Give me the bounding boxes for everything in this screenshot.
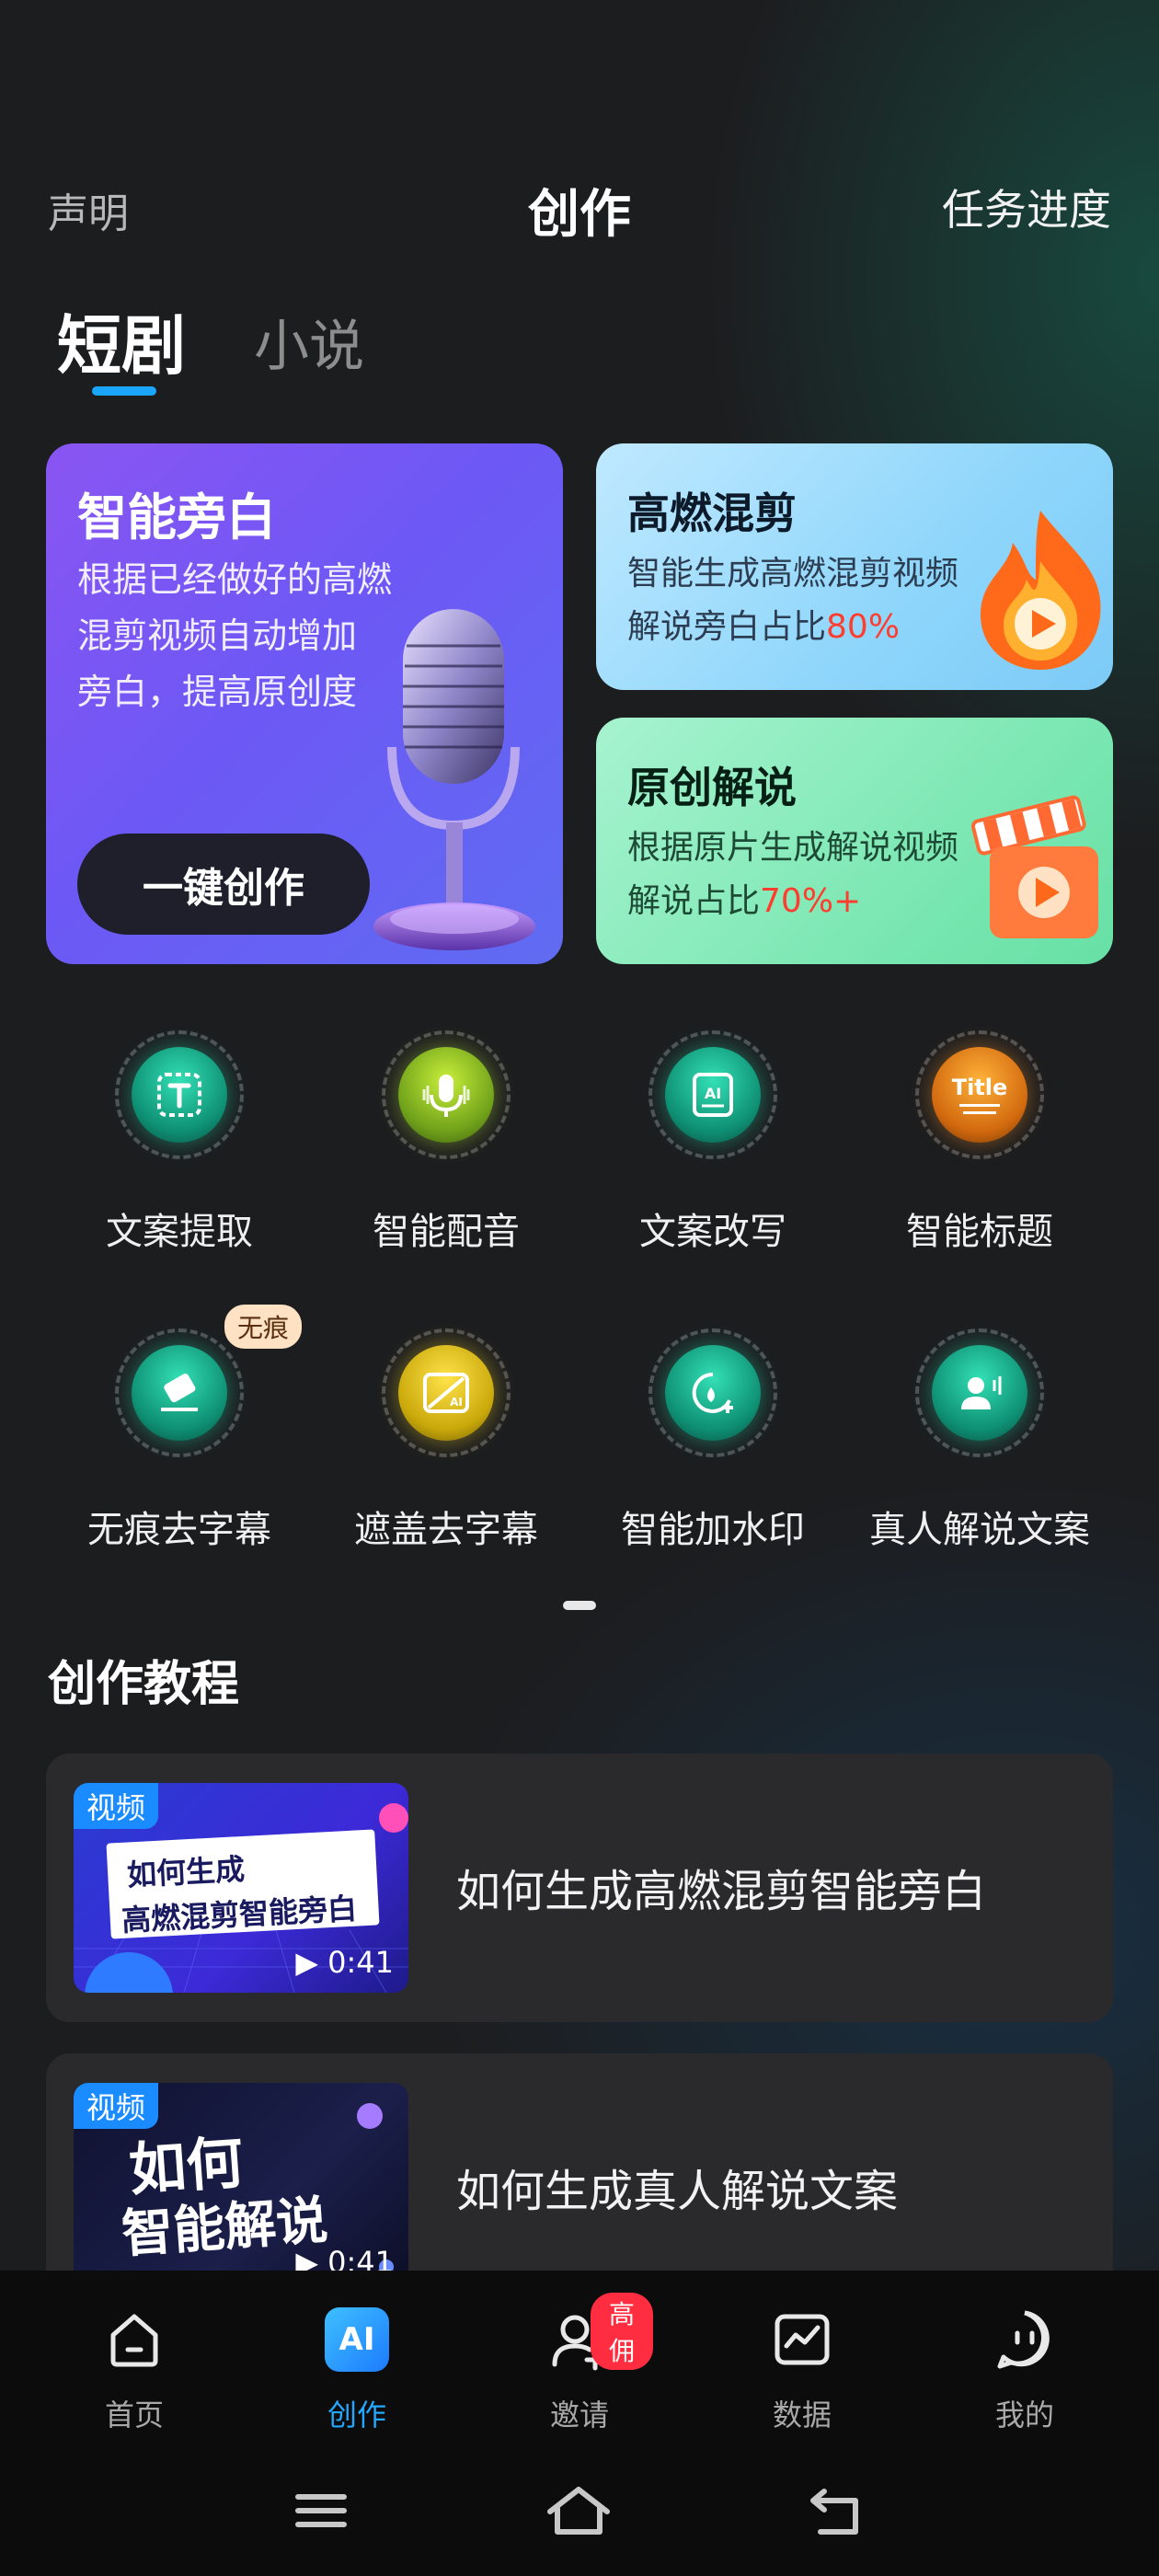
video-duration: ▶ 0:41 — [295, 1945, 394, 1980]
tool-smart-title[interactable]: Title 智能标题 — [846, 1030, 1113, 1253]
flame-play-icon — [981, 511, 1101, 670]
home-icon — [110, 2314, 158, 2367]
svg-text:AI: AI — [705, 1085, 721, 1102]
ratio-highlight: 70%+ — [760, 882, 862, 920]
tool-text-rewrite[interactable]: AI 文案改写 — [580, 1030, 846, 1253]
tool-label: 无痕去字幕 — [87, 1509, 271, 1551]
tool-smart-watermark[interactable]: 智能加水印 — [580, 1328, 846, 1551]
card-title: 智能旁白 — [77, 489, 276, 546]
tutorial-item[interactable]: 如何生成 高燃混剪智能旁白 视频 ▶ 0:41 如何生成高燃混剪智能旁白 — [46, 1754, 1113, 2022]
traceless-badge: 无痕 — [224, 1305, 303, 1349]
menu-icon[interactable] — [280, 2478, 362, 2543]
tool-label: 智能标题 — [906, 1211, 1053, 1253]
tool-traceless-subtitle-removal[interactable]: 无痕 无痕去字幕 — [46, 1305, 313, 1551]
card-desc-line2: 解说占比70%+ — [627, 882, 862, 920]
svg-text:AI: AI — [450, 1396, 463, 1409]
tool-real-person-commentary[interactable]: 真人解说文案 — [846, 1328, 1113, 1551]
ai-cover-icon: AI — [398, 1345, 494, 1441]
nav-label: 数据 — [772, 2398, 832, 2432]
tool-cover-subtitle-removal[interactable]: AI 遮盖去字幕 — [313, 1328, 580, 1551]
bottom-navigation: 首页 AI 创作 高佣 邀请 数据 我的 — [0, 2271, 1159, 2576]
tool-label: 智能加水印 — [621, 1509, 805, 1551]
play-icon: ▶ — [295, 1945, 318, 1980]
desc-line: 根据已经做好的高燃 — [77, 559, 393, 600]
task-progress-link[interactable]: 任务进度 — [942, 177, 1111, 237]
one-click-create-button[interactable]: 一键创作 — [77, 834, 370, 935]
person-voice-icon — [932, 1345, 1027, 1441]
tutorial-thumbnail: 如何生成 高燃混剪智能旁白 视频 ▶ 0:41 — [74, 1783, 408, 1993]
eraser-icon — [132, 1345, 227, 1441]
ai-rewrite-icon: AI — [665, 1047, 761, 1143]
tool-label: 文案提取 — [106, 1211, 253, 1253]
ai-icon: AI — [325, 2307, 389, 2372]
tool-smart-dubbing[interactable]: 智能配音 — [313, 1030, 580, 1253]
title-icon-text: Title — [951, 1074, 1008, 1100]
card-desc-line2: 解说旁白占比80% — [627, 608, 901, 646]
smart-narration-card[interactable]: 智能旁白 根据已经做好的高燃 混剪视频自动增加 旁白，提高原创度 一键创作 — [46, 443, 563, 964]
profile-icon — [997, 2310, 1050, 2369]
tutorials-section-title: 创作教程 — [48, 1657, 240, 1712]
ratio-highlight: 80% — [826, 608, 901, 646]
active-tab-indicator — [92, 386, 156, 396]
text-extract-icon — [132, 1047, 227, 1143]
nav-label: 创作 — [327, 2398, 386, 2432]
tool-label: 真人解说文案 — [869, 1509, 1090, 1551]
nav-label: 邀请 — [549, 2398, 609, 2432]
video-tag: 视频 — [74, 1783, 159, 1829]
tool-text-extract[interactable]: 文案提取 — [46, 1030, 313, 1253]
thumbnail-caption: 如何生成 — [126, 1851, 247, 1893]
chart-icon — [775, 2314, 830, 2365]
back-icon[interactable] — [795, 2478, 878, 2543]
tab-short-drama[interactable]: 短剧 — [57, 294, 186, 387]
tool-label: 智能配音 — [373, 1211, 520, 1253]
nav-label: 首页 — [104, 2398, 164, 2432]
card-title: 原创解说 — [627, 763, 797, 812]
microphone-icon — [373, 609, 535, 950]
tab-novel[interactable]: 小说 — [254, 302, 364, 382]
watermark-icon — [665, 1345, 761, 1441]
tutorial-title: 如何生成真人解说文案 — [456, 2166, 899, 2217]
card-title: 高燃混剪 — [627, 489, 797, 538]
card-desc-line1: 根据原片生成解说视频 — [627, 829, 959, 867]
tutorial-title: 如何生成高燃混剪智能旁白 — [456, 1866, 987, 1917]
tutorial-thumbnail: 如何 智能解说 视频 ▶ 0:41 — [74, 2083, 408, 2293]
hot-mix-card[interactable]: 高燃混剪 智能生成高燃混剪视频 解说旁白占比80% — [596, 443, 1113, 690]
tool-label: 文案改写 — [639, 1211, 786, 1253]
video-tag: 视频 — [74, 2083, 159, 2129]
mic-icon — [398, 1047, 494, 1143]
tool-label: 遮盖去字幕 — [354, 1509, 538, 1551]
clapperboard-icon — [970, 795, 1098, 938]
card-desc-line1: 智能生成高燃混剪视频 — [627, 555, 959, 592]
title-icon: Title — [932, 1047, 1027, 1143]
system-home-icon[interactable] — [537, 2478, 620, 2543]
high-commission-badge: 高佣 — [591, 2293, 653, 2370]
nav-label: 我的 — [994, 2398, 1054, 2432]
original-commentary-card[interactable]: 原创解说 根据原片生成解说视频 解说占比70%+ — [596, 718, 1113, 964]
page-indicator — [563, 1601, 596, 1610]
